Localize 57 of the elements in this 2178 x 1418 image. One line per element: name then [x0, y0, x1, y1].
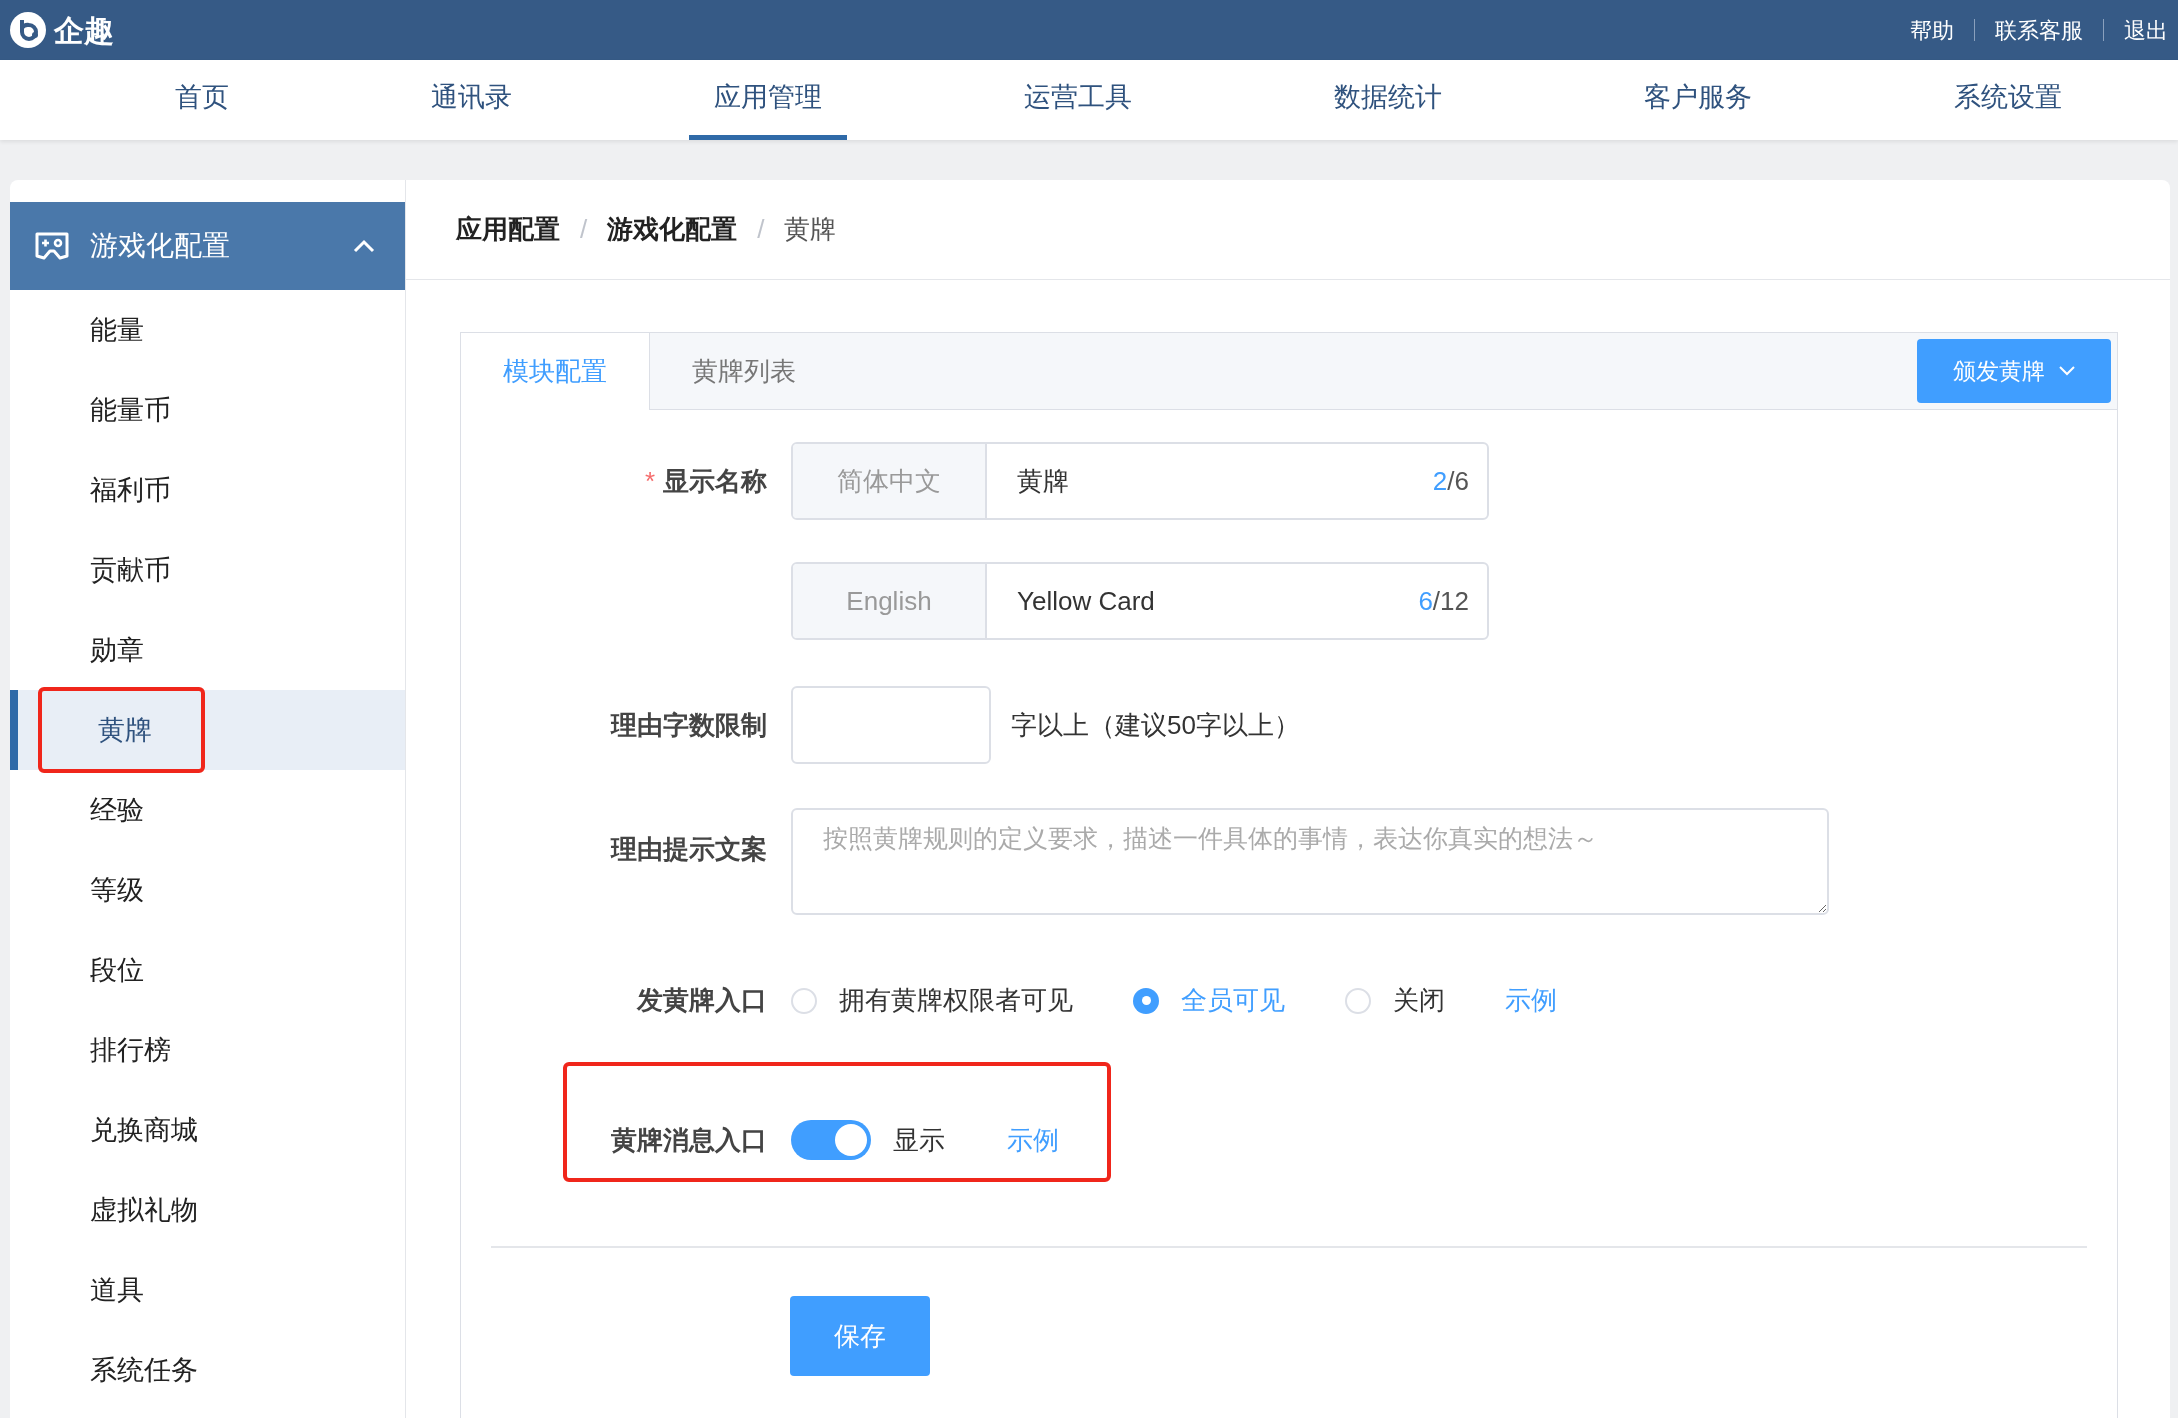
input-value: Yellow Card: [1016, 584, 1156, 618]
breadcrumb-item[interactable]: 应用配置: [456, 210, 560, 249]
header-link[interactable]: 帮助: [1910, 13, 1954, 47]
toggle-switch[interactable]: [791, 1120, 871, 1160]
name-input-group[interactable]: 简体中文 黄牌 2/6: [791, 442, 1489, 520]
sidebar-item[interactable]: 兑换商城: [10, 1090, 405, 1170]
radio-option[interactable]: 关闭: [1345, 981, 1445, 1020]
sidebar-item[interactable]: 贡献币: [10, 530, 405, 610]
required-mark: *: [644, 464, 655, 498]
form-label: 理由字数限制: [611, 708, 767, 742]
sidebar-group-header[interactable]: 游戏化配置: [10, 202, 405, 290]
nav-tab[interactable]: 运营工具: [999, 60, 1157, 140]
suffix-text: 字以上（建议50字以上）: [1011, 708, 1300, 742]
breadcrumb-item: 黄牌: [784, 213, 837, 246]
input-value: 黄牌: [1016, 464, 1070, 498]
breadcrumb-separator: /: [580, 213, 588, 246]
header-link[interactable]: 退出: [2124, 13, 2168, 47]
sidebar-item[interactable]: 段位: [10, 930, 405, 1010]
form-label: 显示名称: [663, 464, 767, 498]
sidebar-item[interactable]: 福利币: [10, 450, 405, 530]
gamepad-icon: [34, 231, 70, 261]
sidebar-item[interactable]: 黄牌: [10, 690, 405, 770]
header-link[interactable]: 联系客服: [1995, 13, 2083, 47]
nav-tab[interactable]: 数据统计: [1309, 60, 1467, 140]
sidebar-item[interactable]: 经验: [10, 770, 405, 850]
sidebar-item[interactable]: 等级: [10, 850, 405, 930]
nav-tab[interactable]: 应用管理: [689, 60, 847, 140]
sidebar-item[interactable]: 虚拟礼物: [10, 1170, 405, 1250]
sidebar-item[interactable]: 勋章: [10, 610, 405, 690]
input-field[interactable]: [791, 686, 991, 764]
brand-name: 企趣: [54, 12, 114, 49]
nav-tab[interactable]: 首页: [150, 60, 254, 140]
sidebar-item[interactable]: 能量币: [10, 370, 405, 450]
nav-tab[interactable]: 系统设置: [1929, 60, 2087, 140]
textarea-field[interactable]: 按照黄牌规则的定义要求，描述一件具体的事情，表达你真实的想法～: [791, 808, 1829, 915]
nav-tab[interactable]: 通讯录: [406, 60, 537, 140]
char-counter: 2/6: [1432, 464, 1470, 498]
chevron-icon: [353, 239, 375, 253]
breadcrumb-item[interactable]: 游戏化配置: [607, 210, 738, 249]
tab[interactable]: 黄牌列表: [650, 333, 838, 409]
form-label: 发黄牌入口: [637, 984, 767, 1017]
caret-icon: [2059, 366, 2075, 376]
sidebar-item[interactable]: 排行榜: [10, 1010, 405, 1090]
char-counter: 6/12: [1418, 584, 1470, 618]
nav-tab[interactable]: 客户服务: [1619, 60, 1777, 140]
sidebar-item[interactable]: 系统任务: [10, 1330, 405, 1410]
form-label: 黄牌消息入口: [611, 1123, 767, 1157]
logo-icon: [10, 12, 46, 48]
sidebar-item[interactable]: 道具: [10, 1250, 405, 1330]
sidebar-item[interactable]: 能量: [10, 290, 405, 370]
breadcrumb-separator: /: [757, 213, 765, 246]
form-label: 理由提示文案: [611, 833, 767, 866]
language-prefix: 简体中文: [793, 444, 987, 518]
name-input-group[interactable]: English Yellow Card 6/12: [791, 562, 1489, 640]
switch-label: 显示: [893, 1123, 945, 1157]
radio-option[interactable]: 拥有黄牌权限者可见: [791, 981, 1073, 1020]
language-prefix: English: [793, 564, 987, 638]
